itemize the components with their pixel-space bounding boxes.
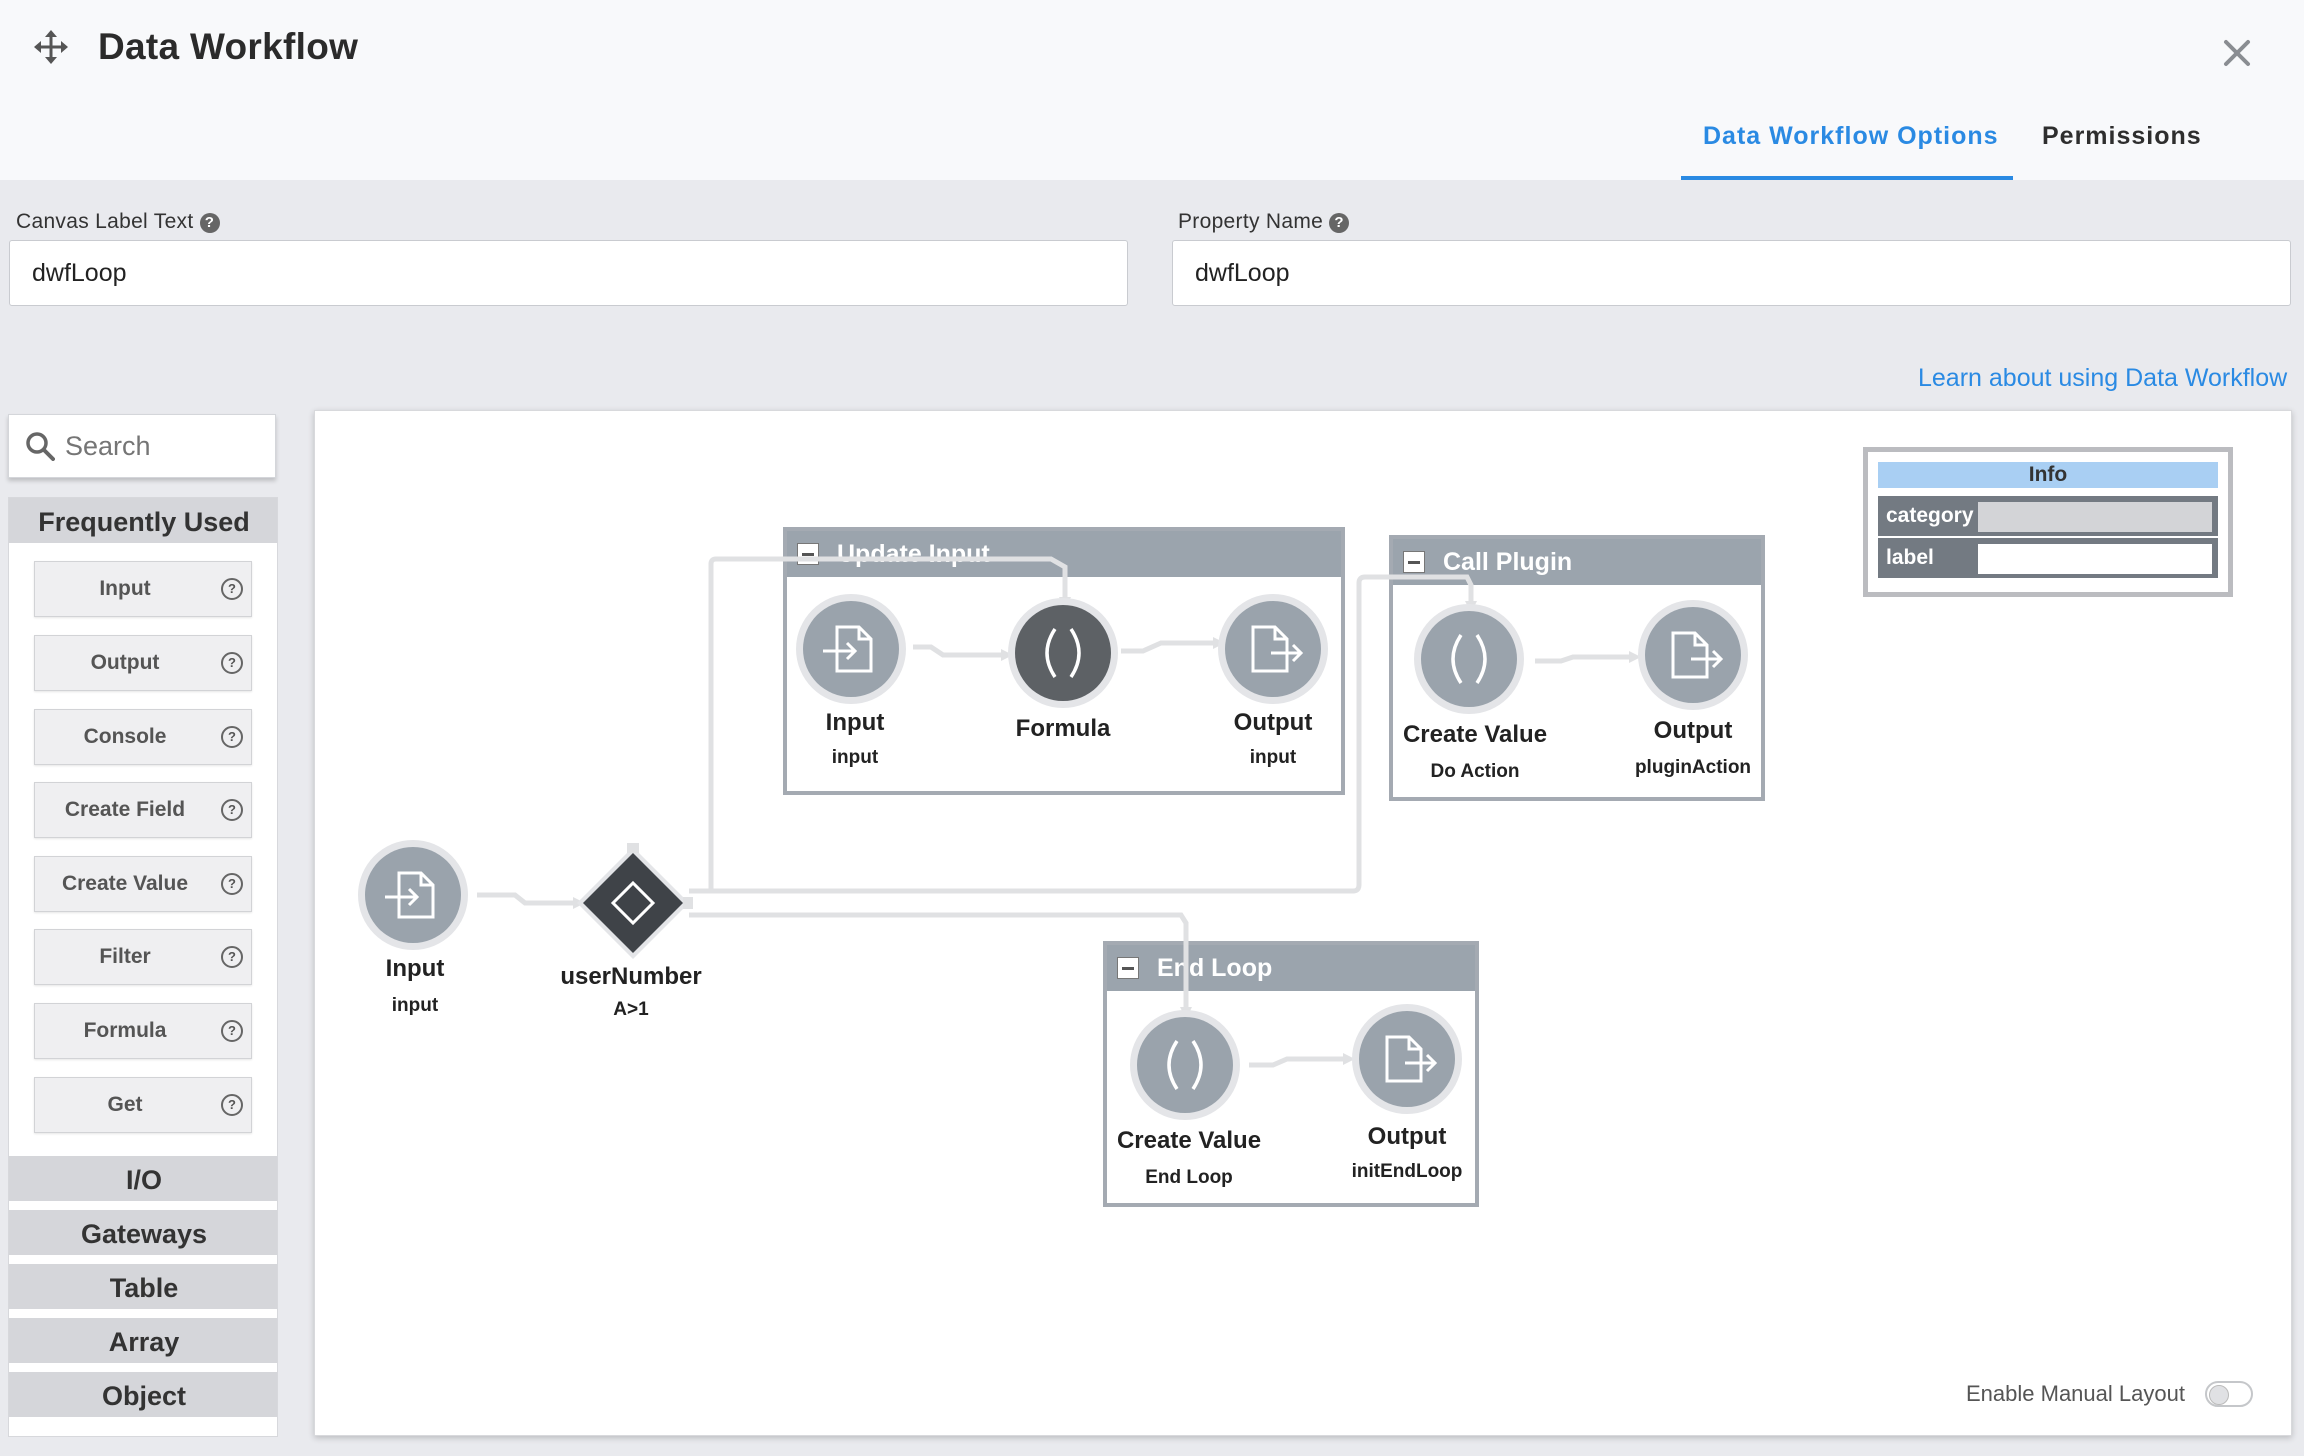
node-update-input-formula[interactable] (1005, 595, 1121, 711)
info-row-category: category (1878, 496, 2218, 536)
node-palette: Frequently Used Input? Output? Console? … (8, 497, 278, 1437)
palette-item-label: Console (83, 725, 167, 748)
node-sublabel: initEndLoop (1351, 1161, 1463, 1182)
node-label: Input (825, 709, 885, 736)
info-row-label: label (1878, 538, 2218, 578)
section-array[interactable]: Array (9, 1318, 277, 1366)
palette-item-label: Output (90, 651, 160, 674)
section-frequently-used[interactable]: Frequently Used (9, 498, 277, 546)
node-label: Output (1367, 1123, 1447, 1150)
node-end-loop-create-value[interactable] (1127, 1007, 1243, 1123)
info-value (1978, 502, 2212, 532)
canvas-label-text-label: Canvas Label Text? (16, 210, 220, 234)
move-icon[interactable] (34, 30, 68, 64)
node-end-loop-output[interactable] (1349, 1001, 1465, 1117)
node-sublabel: pluginAction (1634, 757, 1752, 778)
manual-layout-toggle[interactable] (2205, 1381, 2253, 1407)
help-icon[interactable]: ? (1329, 213, 1350, 233)
node-label: Create Value (1402, 721, 1548, 748)
canvas-label-text-input[interactable] (9, 240, 1128, 306)
info-key: label (1886, 546, 1934, 569)
node-sublabel: input (391, 995, 439, 1016)
node-label: userNumber (560, 963, 702, 990)
search-input[interactable] (65, 425, 265, 467)
node-call-plugin-create-value[interactable] (1411, 601, 1527, 717)
learn-data-workflow-link[interactable]: Learn about using Data Workflow (1918, 364, 2287, 393)
tab-permissions[interactable]: Permissions (2042, 122, 2202, 151)
dialog-title: Data Workflow (98, 26, 359, 67)
enable-manual-layout-label: Enable Manual Layout (1966, 1381, 2185, 1406)
palette-item-input[interactable]: Input? (34, 561, 252, 617)
node-label: Formula (1015, 715, 1111, 742)
node-label: Create Value (1116, 1127, 1262, 1154)
info-panel: Info category label (1863, 447, 2233, 597)
palette-item-label: Create Value (61, 872, 189, 895)
info-title: Info (1878, 462, 2218, 488)
close-icon[interactable] (2220, 36, 2254, 70)
palette-item-console[interactable]: Console? (34, 709, 252, 765)
info-key: category (1886, 504, 1974, 527)
node-label: Input (385, 955, 445, 982)
search-icon (26, 432, 55, 461)
section-object[interactable]: Object (9, 1372, 277, 1420)
edge-formula-to-output (1121, 640, 1215, 654)
help-icon[interactable]: ? (221, 726, 243, 748)
node-sublabel: A>1 (613, 999, 649, 1020)
help-icon[interactable]: ? (221, 799, 243, 821)
help-icon[interactable]: ? (221, 652, 243, 674)
palette-item-create-value[interactable]: Create Value? (34, 856, 252, 912)
property-name-label: Property Name? (1178, 210, 1350, 234)
edge-gateway-to-end-loop (689, 912, 1189, 1009)
workflow-canvas[interactable]: Update Input Call Plugin End Loop Input … (314, 410, 2292, 1436)
palette-item-label: Get (107, 1093, 143, 1116)
edge-ui-input-to-formula (913, 644, 1003, 658)
node-sublabel: End Loop (1145, 1167, 1233, 1188)
palette-item-get[interactable]: Get? (34, 1077, 252, 1133)
node-sublabel: input (831, 747, 879, 768)
node-update-input-input[interactable] (793, 591, 909, 707)
property-name-input[interactable] (1172, 240, 2291, 306)
info-value (1978, 544, 2212, 574)
node-sublabel: Do Action (1430, 761, 1520, 782)
dialog-header: Data Workflow Data Workflow Options Perm… (0, 0, 2304, 180)
edge-end-loop-create-to-output (1249, 1056, 1345, 1068)
palette-item-label: Create Field (64, 798, 186, 821)
node-label: Output (1233, 709, 1313, 736)
edge-input-to-gateway (477, 892, 575, 906)
node-update-input-output[interactable] (1215, 591, 1331, 707)
palette-item-label: Input (99, 577, 151, 600)
help-icon[interactable]: ? (199, 213, 220, 233)
help-icon[interactable]: ? (221, 1094, 243, 1116)
node-gateway[interactable] (573, 843, 693, 963)
node-input[interactable] (355, 837, 471, 953)
node-sublabel: input (1249, 747, 1297, 768)
edge-create-value-to-output (1535, 654, 1631, 664)
palette-item-formula[interactable]: Formula? (34, 1003, 252, 1059)
help-icon[interactable]: ? (221, 578, 243, 600)
palette-item-filter[interactable]: Filter? (34, 929, 252, 985)
help-icon[interactable]: ? (221, 873, 243, 895)
node-call-plugin-output[interactable] (1635, 597, 1751, 713)
help-icon[interactable]: ? (221, 1020, 243, 1042)
node-label: Output (1653, 717, 1733, 744)
palette-item-output[interactable]: Output? (34, 635, 252, 691)
help-icon[interactable]: ? (221, 946, 243, 968)
palette-item-create-field[interactable]: Create Field? (34, 782, 252, 838)
section-table[interactable]: Table (9, 1264, 277, 1312)
tab-data-workflow-options[interactable]: Data Workflow Options (1703, 122, 1999, 151)
palette-item-label: Formula (83, 1019, 167, 1042)
section-io[interactable]: I/O (9, 1156, 277, 1204)
palette-search[interactable] (8, 414, 276, 478)
palette-item-label: Filter (99, 945, 151, 968)
section-gateways[interactable]: Gateways (9, 1210, 277, 1258)
